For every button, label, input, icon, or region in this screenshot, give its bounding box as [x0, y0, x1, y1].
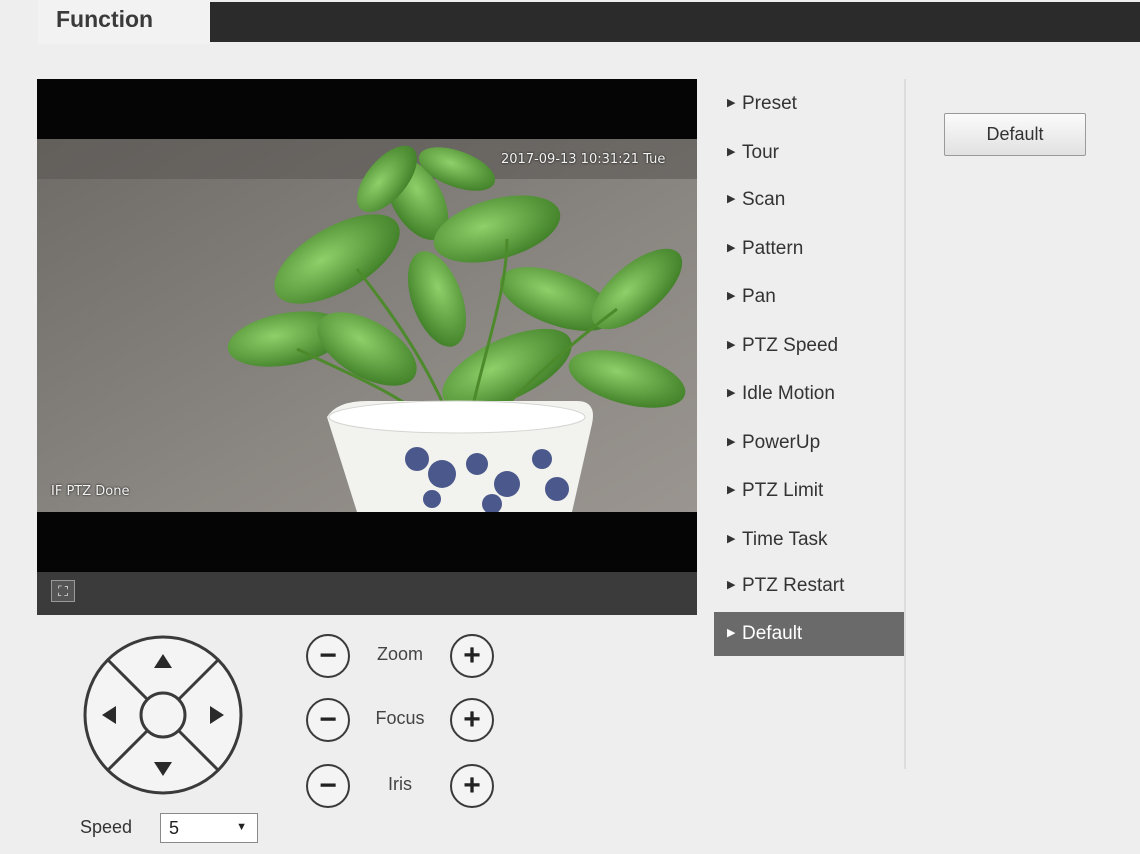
menu-item-label: PTZ Limit — [742, 480, 824, 501]
menu-item-label: Default — [742, 623, 803, 644]
iris-control: − Iris + — [300, 764, 500, 812]
menu-item-ptz-limit[interactable]: ▶ PTZ Limit — [714, 469, 905, 513]
chevron-down-icon: ▼ — [236, 821, 247, 833]
menu-item-scan[interactable]: ▶ Scan — [714, 178, 905, 222]
menu-item-label: Scan — [742, 189, 786, 210]
triangle-right-icon: ▶ — [727, 533, 736, 545]
zoom-label: Zoom — [376, 644, 423, 664]
video-timestamp-overlay: 2017-09-13 10:31:21 Tue — [501, 152, 666, 167]
triangle-right-icon: ▶ — [727, 579, 736, 591]
triangle-right-icon: ▶ — [727, 436, 736, 448]
iris-label: Iris — [388, 774, 412, 794]
tab-bar-background — [210, 2, 1140, 42]
triangle-right-icon: ▶ — [727, 146, 736, 158]
menu-divider — [904, 79, 906, 769]
triangle-right-icon: ▶ — [727, 484, 736, 496]
tab-function-label: Function — [56, 6, 154, 32]
triangle-right-icon: ▶ — [727, 627, 736, 639]
live-video-view[interactable]: 2017-09-13 10:31:21 Tue IF PTZ Done ⛶ — [37, 79, 697, 615]
top-tab-bar: Function — [0, 0, 1140, 44]
menu-item-label: PTZ Speed — [742, 335, 839, 356]
menu-item-label: Preset — [742, 93, 797, 114]
menu-item-label: Pan — [742, 286, 776, 307]
speed-value: 5 — [169, 818, 180, 838]
menu-item-powerup[interactable]: ▶ PowerUp — [714, 421, 905, 465]
menu-item-label: PTZ Restart — [742, 575, 845, 596]
menu-item-label: Time Task — [742, 529, 828, 550]
menu-item-tour[interactable]: ▶ Tour — [714, 131, 905, 175]
focus-control: − Focus + — [300, 698, 500, 746]
ptz-center-button — [139, 691, 187, 739]
tab-function[interactable]: Function — [38, 0, 210, 44]
iris-open-button[interactable]: + — [450, 764, 494, 808]
zoom-in-button[interactable]: + — [450, 634, 494, 678]
zoom-out-button[interactable]: − — [306, 634, 350, 678]
menu-item-ptz-restart[interactable]: ▶ PTZ Restart — [714, 564, 905, 608]
ptz-direction-pad[interactable] — [82, 634, 244, 796]
menu-item-ptz-speed[interactable]: ▶ PTZ Speed — [714, 324, 905, 368]
menu-item-default[interactable]: ▶ Default — [714, 612, 905, 656]
menu-item-pattern[interactable]: ▶ Pattern — [714, 227, 905, 271]
video-toolbar: ⛶ — [37, 572, 697, 615]
triangle-right-icon: ▶ — [727, 242, 736, 254]
iris-close-button[interactable]: − — [306, 764, 350, 808]
fullscreen-icon[interactable]: ⛶ — [51, 580, 75, 602]
zoom-control: − Zoom + — [300, 634, 500, 682]
video-status-overlay: IF PTZ Done — [51, 484, 130, 499]
triangle-right-icon: ▶ — [727, 193, 736, 205]
menu-item-pan[interactable]: ▶ Pan — [714, 275, 905, 319]
menu-item-preset[interactable]: ▶ Preset — [714, 82, 905, 126]
triangle-right-icon: ▶ — [727, 387, 736, 399]
default-button[interactable]: Default — [944, 113, 1086, 156]
camera-scene-image — [37, 139, 697, 512]
triangle-right-icon: ▶ — [727, 290, 736, 302]
menu-item-idle-motion[interactable]: ▶ Idle Motion — [714, 372, 905, 416]
speed-select[interactable]: 5 ▼ — [160, 813, 258, 843]
menu-item-label: Tour — [742, 142, 779, 163]
menu-item-label: PowerUp — [742, 432, 821, 453]
triangle-right-icon: ▶ — [727, 339, 736, 351]
focus-label: Focus — [375, 708, 425, 728]
menu-item-label: Idle Motion — [742, 383, 835, 404]
function-menu: ▶ Preset ▶ Tour ▶ Scan ▶ Pattern ▶ Pan ▶… — [714, 79, 906, 769]
triangle-right-icon: ▶ — [727, 97, 736, 109]
menu-item-label: Pattern — [742, 238, 804, 259]
focus-near-button[interactable]: − — [306, 698, 350, 742]
speed-label: Speed — [80, 817, 133, 837]
focus-far-button[interactable]: + — [450, 698, 494, 742]
menu-item-time-task[interactable]: ▶ Time Task — [714, 518, 905, 562]
